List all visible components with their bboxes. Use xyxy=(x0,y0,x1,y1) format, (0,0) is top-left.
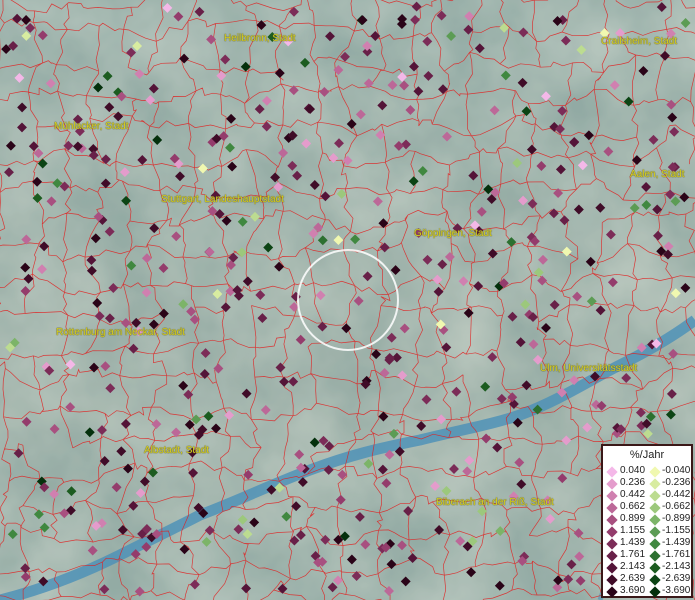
legend-value-negative: -0.899 xyxy=(662,513,691,524)
legend-swatch-positive xyxy=(606,526,618,538)
map-svg xyxy=(0,0,695,600)
legend-value-positive: 2.143 xyxy=(620,561,646,572)
legend-swatch-negative xyxy=(649,466,661,478)
legend-swatch-negative xyxy=(649,574,661,586)
legend-panel: %/Jahr 0.040 -0.040 0.236 -0.236 0.442 -0.442… xyxy=(601,444,693,598)
city-label-goeppingen: Göppingen, Stadt xyxy=(414,228,492,239)
legend-swatch-positive xyxy=(606,514,618,526)
legend-value-negative: -1.761 xyxy=(662,549,691,560)
legend-value-negative: -0.040 xyxy=(662,465,691,476)
legend-swatch-positive xyxy=(606,478,618,490)
legend-swatch-positive xyxy=(606,562,618,574)
city-label-muehlacker: Mühlacker, Stadt xyxy=(54,121,129,132)
city-label-crailsheim: Crailsheim, Stadt xyxy=(601,36,678,47)
legend-value-negative: -1.155 xyxy=(662,525,691,536)
legend-value-negative: -1.439 xyxy=(662,537,691,548)
legend-value-positive: 3.690 xyxy=(620,585,646,596)
legend-swatch-positive xyxy=(606,490,618,502)
legend-value-negative: -3.690 xyxy=(662,585,691,596)
legend-swatch-negative xyxy=(649,550,661,562)
legend-swatch-negative xyxy=(649,490,661,502)
legend-value-positive: 0.442 xyxy=(620,489,646,500)
city-label-ulm: Ulm, Universitätsstadt xyxy=(540,363,638,374)
legend-swatch-positive xyxy=(606,466,618,478)
city-label-rottenburg: Rottenburg am Neckar, Stadt xyxy=(56,327,185,338)
legend-title: %/Jahr xyxy=(629,449,665,461)
city-label-stuttgart: Stuttgart, Landeshauptstadt xyxy=(161,194,284,205)
legend-value-negative: -2.639 xyxy=(662,573,691,584)
legend-swatch-negative xyxy=(649,586,661,598)
legend-value-positive: 0.236 xyxy=(620,477,646,488)
legend-swatch-positive xyxy=(606,586,618,598)
map-view[interactable]: Heilbronn, Stadt Crailsheim, Stadt Mühla… xyxy=(0,0,695,600)
legend-value-negative: -0.442 xyxy=(662,489,691,500)
legend-swatch-positive xyxy=(606,538,618,550)
legend-swatch-negative xyxy=(649,502,661,514)
legend-row: 3.690 -3.690 xyxy=(603,585,691,598)
legend-swatch-negative xyxy=(649,478,661,490)
legend-value-positive: 1.439 xyxy=(620,537,646,548)
legend-value-positive: 0.899 xyxy=(620,513,646,524)
legend-swatch-negative xyxy=(649,562,661,574)
city-label-albstadt: Albstadt, Stadt xyxy=(144,445,210,456)
legend-swatch-positive xyxy=(606,550,618,562)
legend-value-positive: 0.662 xyxy=(620,501,646,512)
legend-swatch-negative xyxy=(649,526,661,538)
legend-value-positive: 2.639 xyxy=(620,573,646,584)
city-label-heilbronn: Heilbronn, Stadt xyxy=(224,33,296,44)
legend-swatch-negative xyxy=(649,538,661,550)
legend-swatch-negative xyxy=(649,514,661,526)
legend-value-negative: -0.662 xyxy=(662,501,691,512)
legend-value-negative: -2.143 xyxy=(662,561,691,572)
legend-value-positive: 1.761 xyxy=(620,549,646,560)
city-label-biberach: Biberach an der Riß, Stadt xyxy=(436,497,554,508)
legend-swatch-positive xyxy=(606,502,618,514)
legend-swatch-positive xyxy=(606,574,618,586)
legend-value-positive: 0.040 xyxy=(620,465,646,476)
legend-value-positive: 1.155 xyxy=(620,525,646,536)
legend-value-negative: -0.236 xyxy=(662,477,691,488)
city-label-aalen: Aalen, Stadt xyxy=(630,169,685,180)
